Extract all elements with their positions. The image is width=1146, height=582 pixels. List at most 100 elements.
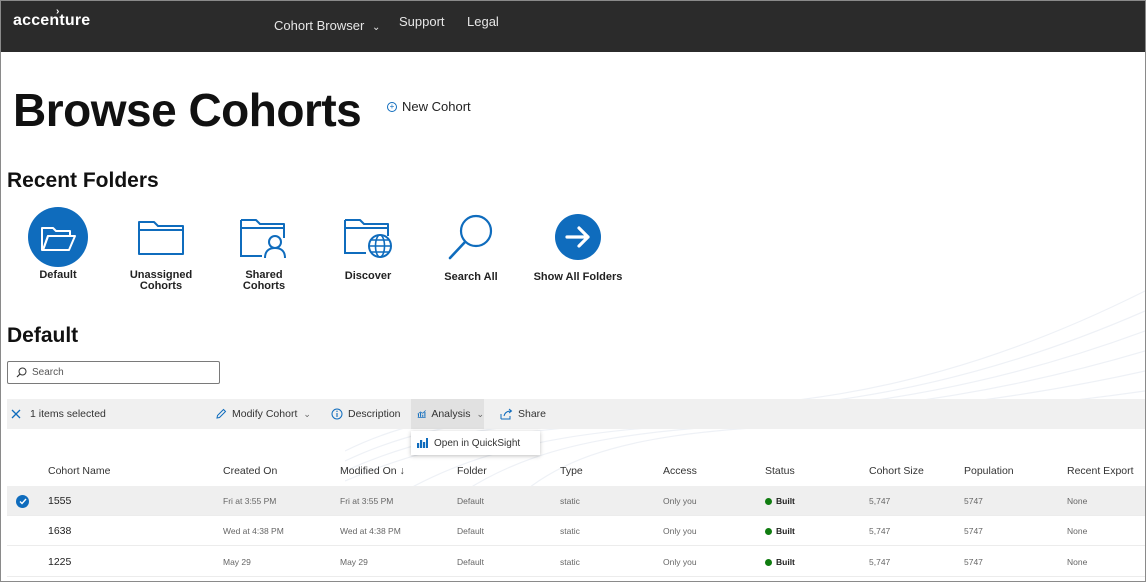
cell-access: Only you xyxy=(663,557,697,567)
folder-discover[interactable]: Discover xyxy=(313,206,423,282)
brand-logo[interactable]: accenture › xyxy=(13,6,91,30)
row-selected-check-icon[interactable] xyxy=(16,495,29,508)
cell-folder: Default xyxy=(457,557,484,567)
bar-chart-icon xyxy=(417,438,428,448)
folder-default-label: Default xyxy=(39,269,77,281)
menu-item-open-in-quicksight[interactable]: Open in QuickSight xyxy=(411,431,540,455)
column-header-population[interactable]: Population xyxy=(964,465,1014,477)
modify-cohort-button[interactable]: Modify Cohort ⌄ xyxy=(215,399,311,429)
share-icon xyxy=(500,408,513,420)
folder-icon xyxy=(138,221,184,255)
nav-support[interactable]: Support xyxy=(399,14,445,29)
share-label: Share xyxy=(518,408,547,420)
column-header-recent-export[interactable]: Recent Export xyxy=(1067,465,1134,477)
cell-cohort-name[interactable]: 1225 xyxy=(48,547,71,577)
folder-default[interactable]: Default xyxy=(3,206,113,281)
search-box[interactable] xyxy=(7,361,220,384)
brand-accent-mark: › xyxy=(56,6,60,17)
cell-status: Built xyxy=(765,547,795,577)
cell-type: static xyxy=(560,496,580,506)
nav-legal[interactable]: Legal xyxy=(467,14,499,29)
clear-selection-button[interactable]: 1 items selected xyxy=(11,399,106,429)
cell-population: 5747 xyxy=(964,557,983,567)
status-dot-icon xyxy=(765,497,772,505)
cell-created-on: Fri at 3:55 PM xyxy=(223,496,277,506)
column-header-modified-on[interactable]: Modified On ↓ xyxy=(340,465,405,477)
cell-cohort-size: 5,747 xyxy=(869,526,891,536)
table-row[interactable]: 1555 Fri at 3:55 PM Fri at 3:55 PM Defau… xyxy=(7,486,1145,516)
cell-status: Built xyxy=(765,486,795,516)
cell-modified-on: Fri at 3:55 PM xyxy=(340,496,394,506)
cell-cohort-size: 5,747 xyxy=(869,557,891,567)
status-text: Built xyxy=(776,526,795,536)
table-row[interactable]: 1638 Wed at 4:38 PM Wed at 4:38 PM Defau… xyxy=(7,516,1145,546)
cell-recent-export: None xyxy=(1067,526,1088,536)
analysis-label: Analysis xyxy=(431,408,471,420)
chart-analysis-icon xyxy=(417,410,426,418)
column-header-cohort-size[interactable]: Cohort Size xyxy=(869,465,924,477)
cell-modified-on: Wed at 4:38 PM xyxy=(340,526,401,536)
cell-type: static xyxy=(560,526,580,536)
top-navigation-bar: accenture › Cohort Browser ⌄ Support Leg… xyxy=(1,1,1145,52)
status-dot-icon xyxy=(765,527,772,535)
command-bar: 1 items selected Modify Cohort ⌄ Descrip… xyxy=(7,399,1145,429)
cell-type: static xyxy=(560,557,580,567)
cell-cohort-size: 5,747 xyxy=(869,496,891,506)
folder-show-all-label: Show All Folders xyxy=(533,271,623,283)
cell-recent-export: None xyxy=(1067,557,1088,567)
search-input[interactable] xyxy=(32,367,212,378)
column-header-access[interactable]: Access xyxy=(663,465,697,477)
column-header-folder[interactable]: Folder xyxy=(457,465,487,477)
new-cohort-label: New Cohort xyxy=(402,99,471,114)
folder-search-all[interactable]: Search All xyxy=(416,206,526,283)
default-section-heading: Default xyxy=(7,324,79,347)
selection-count-text: 1 items selected xyxy=(30,408,106,420)
info-icon xyxy=(331,408,343,420)
add-circle-icon: + xyxy=(387,101,397,112)
brand-logo-text: accenture xyxy=(13,12,91,29)
folder-person-icon xyxy=(240,219,286,259)
folder-show-all[interactable]: Show All Folders xyxy=(523,206,633,283)
cell-created-on: Wed at 4:38 PM xyxy=(223,526,284,536)
cell-population: 5747 xyxy=(964,496,983,506)
folder-shared-label: Shared Cohorts xyxy=(242,269,286,292)
folder-unassigned-cohorts[interactable]: Unassigned Cohorts xyxy=(106,206,216,292)
description-button[interactable]: Description xyxy=(331,399,401,429)
cell-population: 5747 xyxy=(964,526,983,536)
description-label: Description xyxy=(348,408,401,420)
chevron-down-icon: ⌄ xyxy=(371,22,381,33)
search-icon xyxy=(16,367,27,378)
table-row[interactable]: 1225 May 29 May 29 Default static Only y… xyxy=(7,547,1145,577)
folder-search-all-label: Search All xyxy=(444,271,498,283)
share-button[interactable]: Share xyxy=(500,399,546,429)
nav-cohort-browser-label: Cohort Browser xyxy=(274,18,365,33)
status-dot-icon xyxy=(765,558,772,566)
status-text: Built xyxy=(776,557,795,567)
folder-open-icon xyxy=(28,207,88,267)
nav-cohort-browser[interactable]: Cohort Browser ⌄ xyxy=(274,18,380,33)
cell-modified-on: May 29 xyxy=(340,557,368,567)
cell-folder: Default xyxy=(457,526,484,536)
status-text: Built xyxy=(776,496,795,506)
cell-cohort-name[interactable]: 1638 xyxy=(48,516,71,546)
cell-folder: Default xyxy=(457,496,484,506)
app-window: accenture › Cohort Browser ⌄ Support Leg… xyxy=(0,0,1146,582)
arrow-right-icon xyxy=(555,214,601,260)
cell-access: Only you xyxy=(663,526,697,536)
column-header-status[interactable]: Status xyxy=(765,465,795,477)
close-icon xyxy=(11,409,21,419)
analysis-menu-button[interactable]: Analysis ⌄ xyxy=(411,399,484,429)
cell-status: Built xyxy=(765,516,795,546)
cell-access: Only you xyxy=(663,496,697,506)
modify-cohort-label: Modify Cohort xyxy=(232,408,298,420)
chevron-down-icon: ⌄ xyxy=(476,408,484,419)
column-header-cohort-name[interactable]: Cohort Name xyxy=(48,465,110,477)
cell-cohort-name[interactable]: 1555 xyxy=(48,486,71,516)
chevron-down-icon: ⌄ xyxy=(303,408,311,419)
column-header-type[interactable]: Type xyxy=(560,465,583,477)
recent-folders-heading: Recent Folders xyxy=(7,169,159,192)
pencil-icon xyxy=(216,408,227,419)
new-cohort-button[interactable]: + New Cohort xyxy=(387,99,471,114)
column-header-created-on[interactable]: Created On xyxy=(223,465,277,477)
folder-shared-cohorts[interactable]: Shared Cohorts xyxy=(209,206,319,292)
